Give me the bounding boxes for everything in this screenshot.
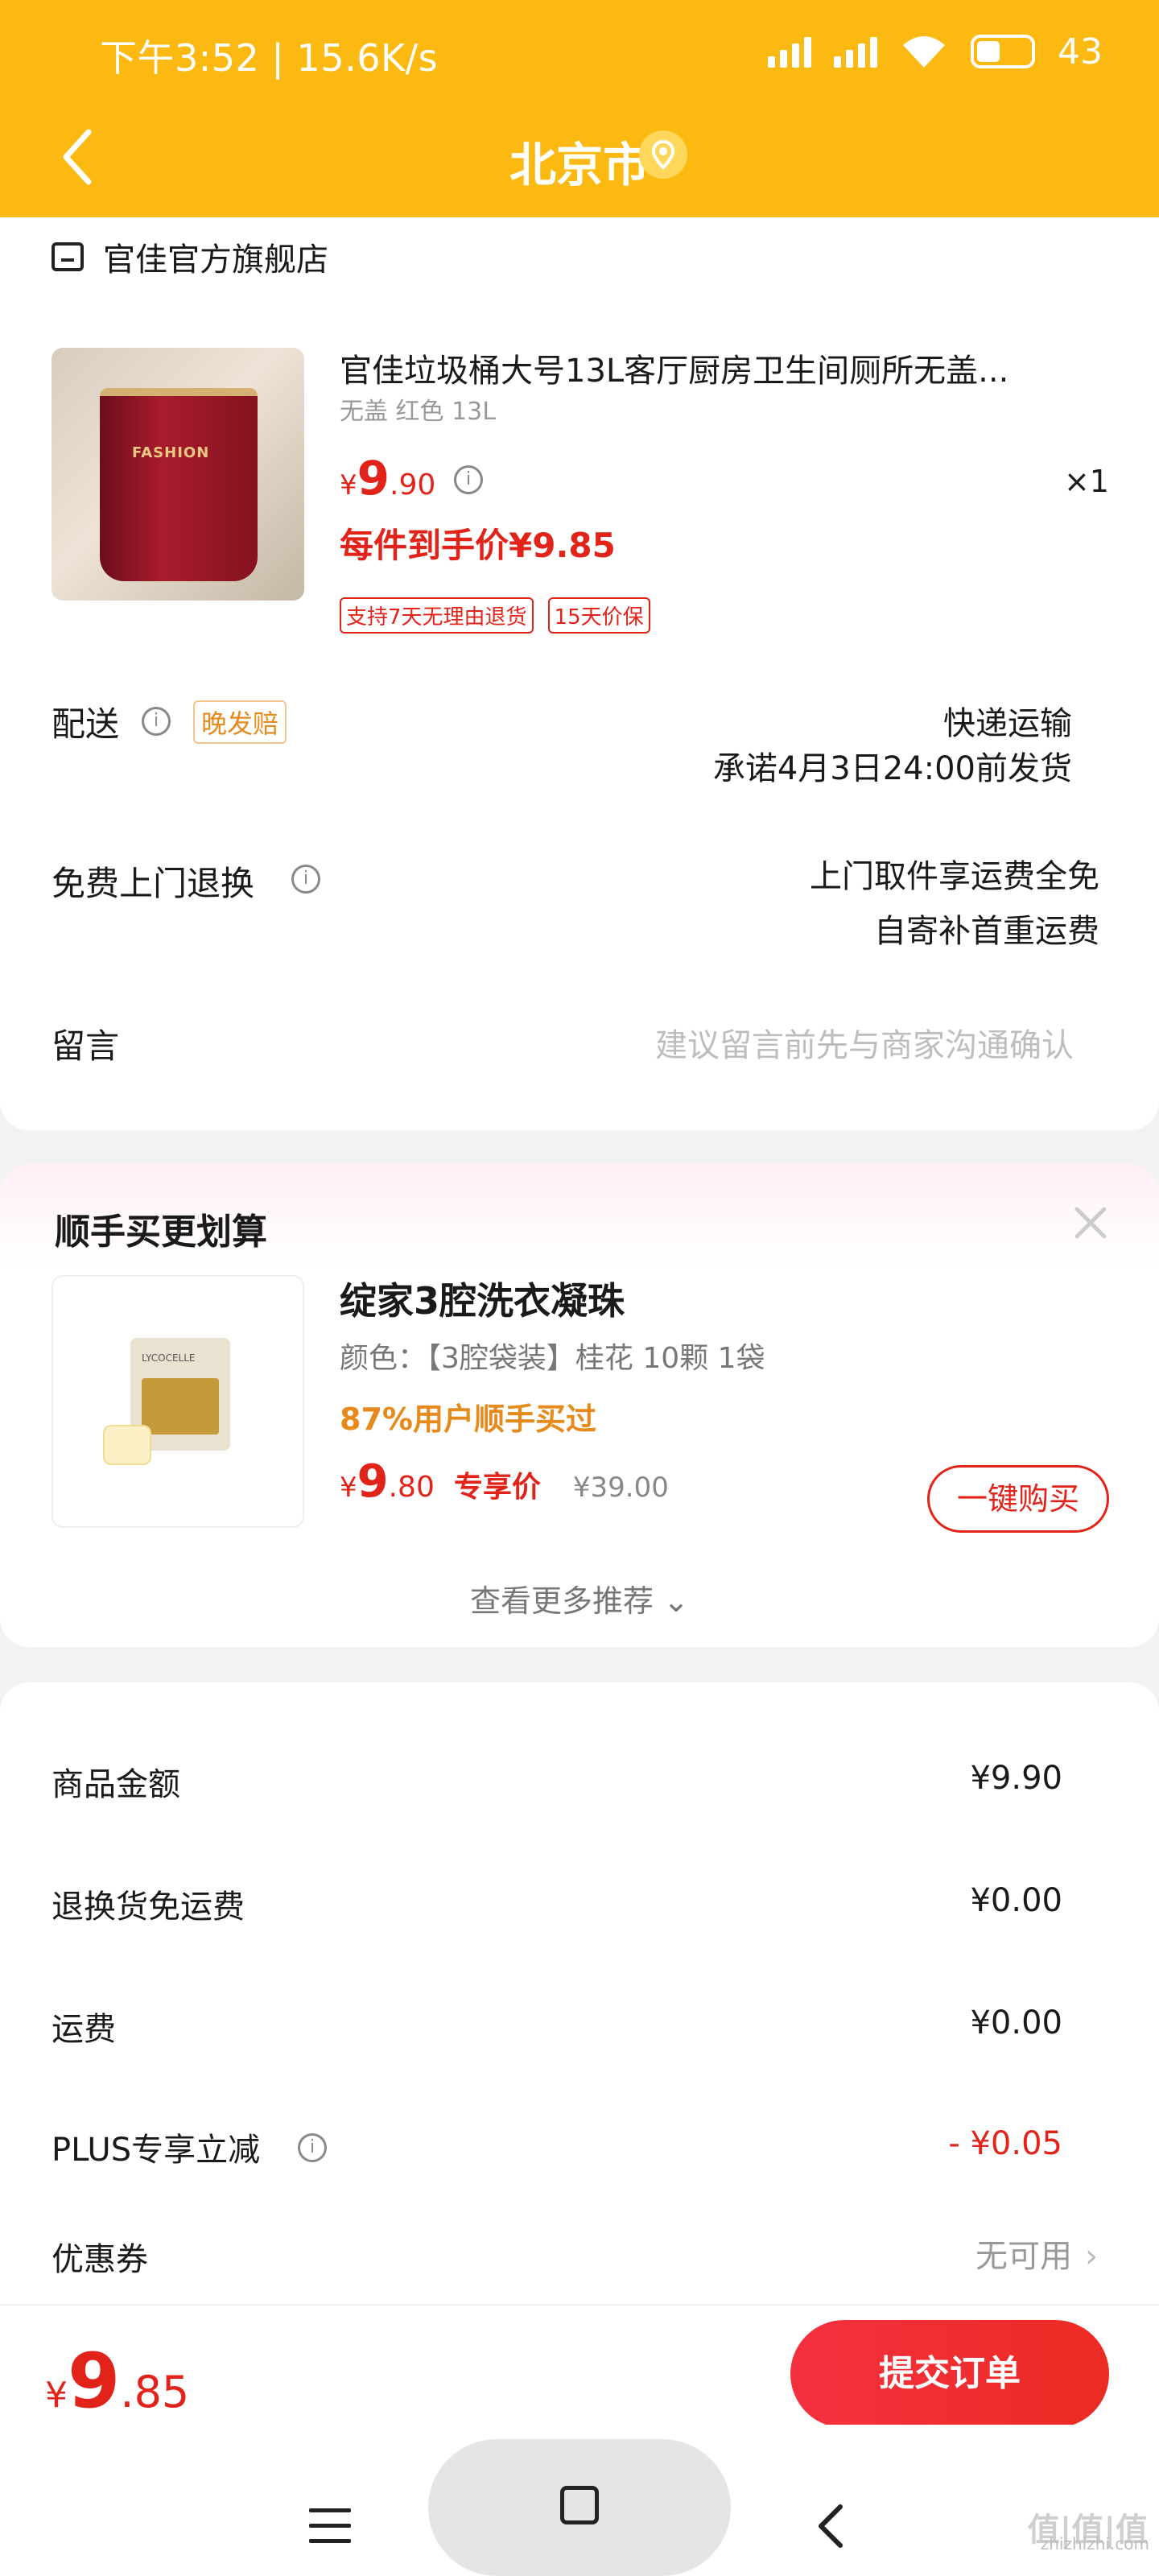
- tag-return: 支持7天无理由退货: [340, 597, 534, 634]
- product-price: ¥ 9 .90: [340, 451, 435, 506]
- exclusive-price-label: 专享价: [453, 1471, 541, 1504]
- return-info-icon[interactable]: i: [291, 865, 320, 894]
- watermark-url: zhizhizhi.com: [1040, 2534, 1149, 2553]
- signal-icon-2: [834, 35, 877, 68]
- delivery-label: 配送: [52, 704, 120, 744]
- coupon-label: 优惠券: [52, 2241, 148, 2278]
- message-label: 留言: [52, 1026, 120, 1066]
- final-unit-price: 每件到手价¥9.85: [340, 526, 616, 565]
- price-decimal: .90: [390, 469, 436, 502]
- plus-info-icon[interactable]: i: [298, 2133, 327, 2162]
- see-more-link[interactable]: 查看更多推荐 ⌄: [0, 1576, 1159, 1620]
- delivery-info-icon[interactable]: i: [142, 707, 171, 736]
- coupon-value: 无可用: [975, 2238, 1072, 2275]
- rec-price-integer: 9: [357, 1455, 389, 1508]
- info-icon[interactable]: i: [454, 465, 483, 494]
- one-click-buy-button[interactable]: 一键购买: [927, 1465, 1109, 1533]
- store-name: 官佳官方旗舰店: [103, 242, 328, 279]
- home-icon: [560, 2486, 599, 2524]
- summary-label: 运费: [52, 2011, 116, 2048]
- pouch-brand-label: LYCOCELLE: [142, 1352, 196, 1364]
- close-icon[interactable]: [1072, 1204, 1109, 1241]
- summary-value: ¥9.90: [970, 1760, 1062, 1797]
- product-image[interactable]: FASHION: [52, 348, 304, 601]
- recommend-spec: 颜色：【3腔袋装】桂花 10颗 1袋: [340, 1342, 765, 1375]
- wifi-icon: [903, 36, 945, 68]
- total-decimal: .85: [120, 2367, 190, 2417]
- summary-value: ¥0.00: [970, 2004, 1062, 2041]
- total-price: ¥ 9 .85: [45, 2338, 189, 2425]
- summary-value: ¥0.00: [970, 1882, 1062, 1919]
- checkout-bar: ¥ 9 .85 提交订单: [0, 2304, 1159, 2428]
- message-input[interactable]: 建议留言前先与商家沟通确认: [655, 1019, 1074, 1066]
- rec-price-symbol: ¥: [340, 1472, 357, 1504]
- original-price: ¥39.00: [572, 1472, 669, 1504]
- signal-icon: [768, 35, 811, 68]
- chevron-right-icon: ›: [1085, 2238, 1098, 2275]
- service-tags: 支持7天无理由退货 15天价保: [340, 597, 650, 634]
- store-header[interactable]: 官佳官方旗舰店: [52, 233, 328, 280]
- bin-brand-label: FASHION: [132, 444, 210, 461]
- total-integer: 9: [68, 2338, 121, 2425]
- menu-icon[interactable]: [309, 2508, 351, 2544]
- plus-discount-value: - ¥0.05: [948, 2125, 1062, 2162]
- summary-label: PLUS专享立减: [52, 2132, 261, 2169]
- recommend-image[interactable]: LYCOCELLE: [52, 1275, 304, 1528]
- total-symbol: ¥: [45, 2375, 68, 2416]
- product-title[interactable]: 官佳垃圾桶大号13L客厅厨房卫生间厕所无盖...: [340, 345, 1096, 391]
- delivery-promise: 承诺4月3日24:00前发货: [712, 750, 1072, 787]
- return-line1: 上门取件享运费全免: [810, 858, 1099, 895]
- pod-graphic: [103, 1425, 151, 1465]
- trash-bin-graphic: FASHION: [100, 388, 258, 581]
- submit-order-button[interactable]: 提交订单: [790, 2320, 1109, 2428]
- store-icon: [52, 242, 84, 271]
- product-quantity: ×1: [1063, 464, 1109, 499]
- pouch-art: [142, 1378, 219, 1435]
- battery-level: 43: [1058, 31, 1103, 72]
- summary-label: 商品金额: [52, 1766, 180, 1803]
- coupon-selector[interactable]: 无可用 ›: [975, 2230, 1098, 2277]
- battery-icon: [971, 35, 1035, 68]
- recommend-bought: 87%用户顺手买过: [340, 1402, 596, 1437]
- return-line2: 自寄补首重运费: [874, 913, 1099, 950]
- return-label: 免费上门退换: [52, 864, 255, 903]
- nav-back-icon[interactable]: [811, 2502, 852, 2550]
- price-symbol: ¥: [340, 469, 357, 502]
- recommend-title: 顺手买更划算: [55, 1212, 267, 1253]
- price-integer: 9: [357, 451, 390, 506]
- tag-price-protect: 15天价保: [547, 597, 650, 634]
- home-pill[interactable]: [428, 2439, 731, 2576]
- status-icons: 43: [768, 27, 1103, 76]
- recommend-name[interactable]: 绽家3腔洗衣凝珠: [340, 1272, 625, 1325]
- status-bar: 下午3:52 | 15.6K/s 43: [0, 23, 1159, 87]
- recommend-price: ¥ 9 .80 专享价 ¥39.00: [340, 1455, 669, 1508]
- summary-label: 退换货免运费: [52, 1889, 245, 1926]
- order-card: 官佳官方旗舰店 FASHION 官佳垃圾桶大号13L客厅厨房卫生间厕所无盖...…: [0, 217, 1159, 1130]
- system-nav-bar: [0, 2425, 1159, 2576]
- delivery-method[interactable]: 快递运输: [943, 697, 1072, 744]
- page-title: 北京市: [509, 138, 650, 192]
- product-spec: 无盖 红色 13L: [340, 398, 496, 426]
- recommend-card: 顺手买更划算 LYCOCELLE 绽家3腔洗衣凝珠 颜色：【3腔袋装】桂花 10…: [0, 1164, 1159, 1647]
- status-time: 下午3:52 | 15.6K/s: [100, 36, 439, 80]
- location-pin-icon[interactable]: [639, 130, 687, 179]
- late-ship-tag: 晚发赔: [193, 700, 287, 744]
- top-header: 下午3:52 | 15.6K/s 43 北京市: [0, 0, 1159, 225]
- rec-price-decimal: .80: [388, 1471, 435, 1504]
